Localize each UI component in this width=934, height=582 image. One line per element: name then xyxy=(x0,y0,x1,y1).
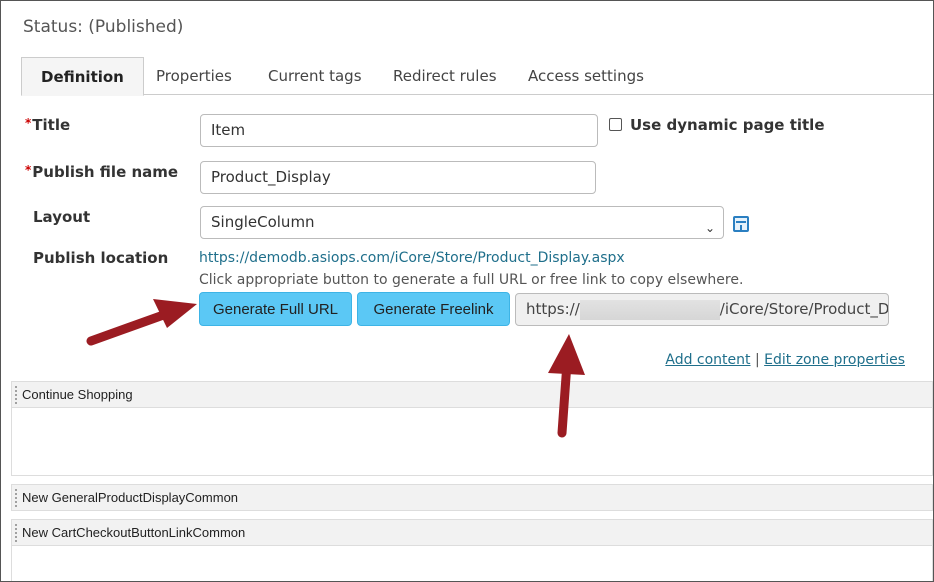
chevron-down-icon: ⌄ xyxy=(704,221,715,235)
arrow-to-generate-full-url-icon xyxy=(86,299,197,346)
url-suffix: /iCore/Store/Product_D xyxy=(719,300,889,318)
title-input[interactable]: Item xyxy=(200,114,598,147)
publish-location-label: Publish location xyxy=(33,249,169,267)
tab-redirect-rules[interactable]: Redirect rules xyxy=(393,57,497,95)
edit-zone-properties-link[interactable]: Edit zone properties xyxy=(764,352,905,368)
redacted-host xyxy=(579,299,720,320)
title-label: *Title xyxy=(25,116,71,134)
zone-general-product-display: New GeneralProductDisplayCommon xyxy=(11,484,933,511)
tab-definition[interactable]: Definition xyxy=(21,57,144,96)
generate-freelink-button[interactable]: Generate Freelink xyxy=(357,292,510,326)
generate-hint: Click appropriate button to generate a f… xyxy=(199,272,744,288)
publish-location-link[interactable]: https://demodb.asiops.com/iCore/Store/Pr… xyxy=(199,250,625,266)
zone-cart-checkout-button: New CartCheckoutButtonLinkCommon xyxy=(11,519,933,581)
zone-header[interactable]: New CartCheckoutButtonLinkCommon xyxy=(12,520,932,546)
page-frame: Status: (Published) Definition Propertie… xyxy=(0,0,934,582)
tab-current-tags[interactable]: Current tags xyxy=(268,57,362,95)
tab-access-settings[interactable]: Access settings xyxy=(528,57,644,95)
drag-handle-icon[interactable] xyxy=(14,385,19,405)
generated-url-field[interactable]: https:// /iCore/Store/Product_D xyxy=(515,293,889,326)
page-status: Status: (Published) xyxy=(23,17,184,37)
drag-handle-icon[interactable] xyxy=(14,523,19,543)
zone-continue-shopping: Continue Shopping xyxy=(11,381,933,476)
dynamic-title-checkbox[interactable] xyxy=(609,118,622,131)
zone-header[interactable]: Continue Shopping xyxy=(12,382,932,408)
publish-file-label: *Publish file name xyxy=(25,163,179,181)
zone-links: Add content | Edit zone properties xyxy=(665,352,905,368)
zone-title: New GeneralProductDisplayCommon xyxy=(22,490,239,505)
zone-title: Continue Shopping xyxy=(22,387,133,402)
zone-links-separator: | xyxy=(754,352,760,368)
layout-select[interactable]: SingleColumn ⌄ xyxy=(200,206,724,239)
generate-full-url-button[interactable]: Generate Full URL xyxy=(199,292,352,326)
tab-properties[interactable]: Properties xyxy=(156,57,232,95)
required-mark: * xyxy=(25,116,32,130)
url-prefix: https:// xyxy=(526,300,580,318)
required-mark: * xyxy=(25,163,32,177)
zone-header[interactable]: New GeneralProductDisplayCommon xyxy=(12,485,932,511)
publish-file-input[interactable]: Product_Display xyxy=(200,161,596,194)
dynamic-title-label: Use dynamic page title xyxy=(630,116,825,134)
drag-handle-icon[interactable] xyxy=(14,488,19,508)
layout-select-value: SingleColumn xyxy=(211,213,315,231)
add-content-link[interactable]: Add content xyxy=(665,352,750,368)
tab-bar: Definition Properties Current tags Redir… xyxy=(21,57,933,96)
layout-label: Layout xyxy=(33,208,91,226)
zone-title: New CartCheckoutButtonLinkCommon xyxy=(22,525,246,540)
layout-icon[interactable] xyxy=(733,216,749,232)
